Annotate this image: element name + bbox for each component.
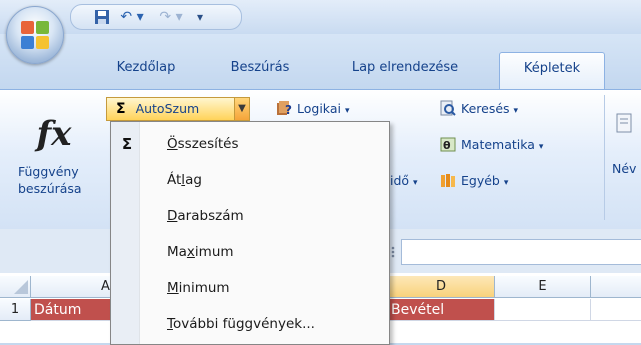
fx-icon[interactable]: fx: [30, 112, 78, 156]
tab-page-layout[interactable]: Lap elrendezése: [330, 55, 480, 81]
lookup-button[interactable]: Keresés ▾: [440, 98, 518, 120]
math-label: Matematika: [461, 137, 535, 152]
math-icon: θ: [440, 136, 456, 152]
insert-function-button[interactable]: Függvény beszúrása: [18, 163, 98, 197]
quick-access-toolbar: ↶ ▾ ↷ ▾ ▾: [70, 4, 242, 30]
group-separator: [604, 95, 605, 220]
more-functions-label: Egyéb: [461, 173, 500, 188]
insert-function-label-1: Függvény: [18, 164, 79, 179]
save-icon[interactable]: [93, 8, 111, 26]
office-button[interactable]: [6, 6, 64, 64]
menu-item-label: Minimum: [167, 280, 230, 296]
lookup-label: Keresés: [461, 101, 510, 116]
logical-button[interactable]: ? Logikai ▾: [276, 98, 349, 120]
tab-home[interactable]: Kezdőlap: [96, 55, 196, 81]
svg-text:?: ?: [285, 103, 292, 116]
row-header-1[interactable]: 1: [0, 299, 31, 321]
column-a-label: A: [101, 279, 110, 294]
tab-formulas[interactable]: Képletek: [499, 52, 605, 91]
column-header-e[interactable]: E: [495, 276, 591, 298]
cell-e1[interactable]: [495, 299, 591, 321]
math-button[interactable]: θ Matematika ▾: [440, 134, 543, 156]
more-functions-button[interactable]: Egyéb ▾: [440, 170, 508, 192]
more-functions-icon: [440, 172, 456, 188]
name-manager-icon[interactable]: [614, 112, 634, 134]
office-logo-icon: [21, 21, 49, 49]
menu-item-label: Maximum: [167, 244, 234, 260]
menu-item-label: Összesítés: [167, 136, 239, 152]
select-all-corner[interactable]: [0, 276, 31, 298]
autosum-menu: Σ Összesítés Átlag Darabszám Maximum Minimum T…: [110, 121, 390, 345]
autosum-label: AutoSzum: [135, 101, 200, 116]
insert-function-label-2: beszúrása: [18, 181, 82, 196]
column-header-f[interactable]: [591, 276, 641, 298]
menu-item-min[interactable]: Minimum: [111, 270, 389, 306]
customize-icon[interactable]: ▾: [191, 8, 209, 26]
svg-text:θ: θ: [443, 139, 451, 152]
sigma-icon: Σ: [121, 135, 133, 153]
menu-item-label: További függvények...: [167, 316, 315, 332]
logical-label: Logikai: [297, 101, 341, 116]
lookup-icon: [440, 100, 456, 116]
datetime-button[interactable]: idő ▾: [390, 170, 418, 192]
redo-icon[interactable]: ↷ ▾: [155, 8, 187, 26]
menu-item-average[interactable]: Átlag: [111, 162, 389, 198]
menu-item-label: Átlag: [167, 172, 202, 188]
undo-icon[interactable]: ↶ ▾: [117, 8, 147, 26]
name-manager-label[interactable]: Név: [612, 158, 636, 180]
cell-f1[interactable]: [591, 299, 641, 321]
tab-insert[interactable]: Beszúrás: [215, 55, 305, 81]
autosum-label-wrap: Σ AutoSzum: [116, 98, 199, 120]
autosum-dropdown-arrow[interactable]: ▼: [234, 97, 250, 121]
sigma-icon: Σ: [116, 101, 126, 117]
menu-item-sum[interactable]: Σ Összesítés: [111, 126, 389, 162]
menu-item-max[interactable]: Maximum: [111, 234, 389, 270]
formula-input[interactable]: [401, 239, 641, 265]
menu-item-count[interactable]: Darabszám: [111, 198, 389, 234]
datetime-label: idő: [390, 173, 410, 188]
logical-icon: ?: [276, 100, 292, 117]
menu-item-label: Darabszám: [167, 208, 244, 224]
cell-d1[interactable]: Bevétel: [388, 299, 495, 321]
column-header-d[interactable]: D: [388, 276, 495, 298]
menu-item-more-functions[interactable]: További függvények...: [111, 306, 389, 342]
